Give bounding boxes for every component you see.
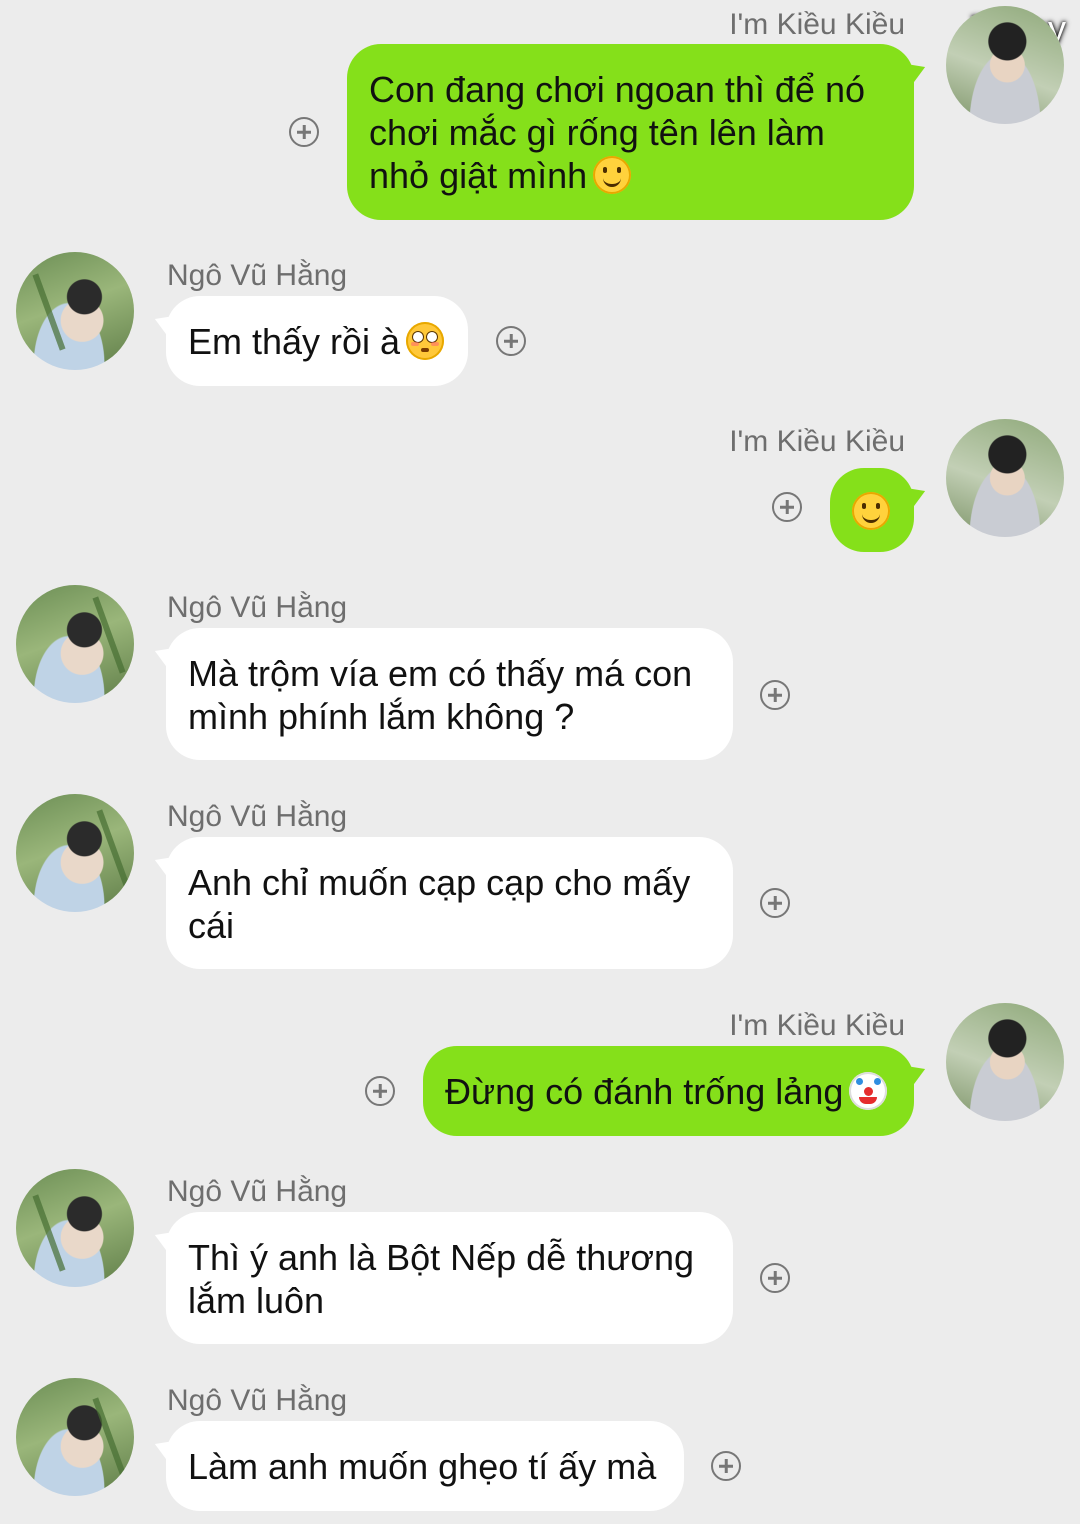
message-bubble-outgoing[interactable]	[830, 468, 914, 552]
message-bubble-incoming[interactable]: Mà trộm vía em có thấy má con mình phính…	[166, 628, 733, 760]
message-bubble-outgoing[interactable]: Con đang chơi ngoan thì để nó chơi mắc g…	[347, 44, 914, 220]
sender-name: I'm Kiều Kiều	[729, 8, 905, 41]
sender-name: Ngô Vũ Hằng	[167, 1384, 348, 1417]
slightly-smiling-face-icon	[852, 492, 890, 530]
avatar-ngo-vu-hang[interactable]	[16, 794, 134, 912]
clown-face-icon	[849, 1072, 888, 1110]
message-bubble-outgoing[interactable]: Đừng có đánh trống lảng	[423, 1046, 914, 1136]
avatar-kieu-kieu[interactable]	[946, 6, 1064, 124]
avatar-kieu-kieu[interactable]	[946, 419, 1064, 537]
add-reaction-icon[interactable]	[760, 1263, 790, 1293]
message-text: Đừng có đánh trống lảng	[445, 1071, 844, 1112]
message-bubble-incoming[interactable]: Em thấy rồi à	[166, 296, 468, 386]
avatar-ngo-vu-hang[interactable]	[16, 1378, 134, 1496]
add-reaction-icon[interactable]	[365, 1076, 395, 1106]
add-reaction-icon[interactable]	[289, 117, 319, 147]
sender-name: Ngô Vũ Hằng	[167, 259, 348, 292]
message-text: Thì ý anh là Bột Nếp dễ thương lắm luôn	[188, 1237, 695, 1321]
message-text: Em thấy rồi à	[188, 321, 401, 362]
message-bubble-incoming[interactable]: Thì ý anh là Bột Nếp dễ thương lắm luôn	[166, 1212, 733, 1344]
sender-name: I'm Kiều Kiều	[729, 425, 905, 458]
message-bubble-incoming[interactable]: Anh chỉ muốn cạp cạp cho mấy cái	[166, 837, 733, 969]
avatar-ngo-vu-hang[interactable]	[16, 252, 134, 370]
sender-name: Ngô Vũ Hằng	[167, 1175, 348, 1208]
avatar-kieu-kieu[interactable]	[946, 1003, 1064, 1121]
add-reaction-icon[interactable]	[772, 492, 802, 522]
add-reaction-icon[interactable]	[760, 888, 790, 918]
flushed-face-icon	[406, 322, 445, 360]
message-bubble-incoming[interactable]: Làm anh muốn ghẹo tí ấy mà	[166, 1421, 684, 1511]
message-text: Làm anh muốn ghẹo tí ấy mà	[188, 1446, 657, 1487]
sender-name: Ngô Vũ Hằng	[167, 800, 348, 833]
avatar-ngo-vu-hang[interactable]	[16, 585, 134, 703]
sender-name: Ngô Vũ Hằng	[167, 591, 348, 624]
slightly-smiling-face-icon	[593, 156, 632, 194]
add-reaction-icon[interactable]	[760, 680, 790, 710]
message-text: Anh chỉ muốn cạp cạp cho mấy cái	[188, 862, 691, 946]
sender-name: I'm Kiều Kiều	[729, 1009, 905, 1042]
message-text: Mà trộm vía em có thấy má con mình phính…	[188, 653, 693, 737]
avatar-ngo-vu-hang[interactable]	[16, 1169, 134, 1287]
add-reaction-icon[interactable]	[496, 326, 526, 356]
add-reaction-icon[interactable]	[711, 1451, 741, 1481]
